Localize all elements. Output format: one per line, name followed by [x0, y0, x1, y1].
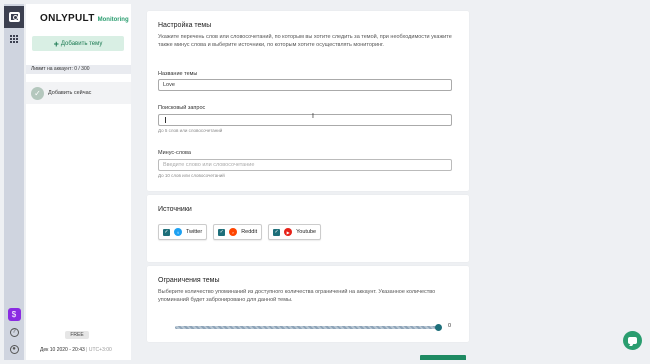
- upgrade-icon[interactable]: $: [4, 307, 24, 321]
- help-icon[interactable]: ?: [4, 326, 24, 338]
- add-topic-button[interactable]: + Добавить тему: [32, 36, 124, 51]
- mentions-slider[interactable]: [175, 324, 442, 331]
- add-now-item[interactable]: ✓ Добавить сейчас: [26, 82, 131, 104]
- search-query-input[interactable]: [158, 114, 452, 126]
- checkbox-checked-icon[interactable]: ✓: [273, 228, 281, 236]
- topic-name-input[interactable]: Love: [158, 79, 452, 91]
- datetime-text: Дек 10 2020 - 20:43: [40, 347, 85, 353]
- topic-name-label: Название темы: [158, 71, 198, 77]
- topic-limits-description: Выберите количество упоминаний из доступ…: [158, 289, 436, 303]
- source-twitter[interactable]: ✓ t Twitter: [158, 224, 208, 240]
- text-caret: [165, 117, 166, 123]
- checkbox-checked-icon[interactable]: ✓: [218, 228, 226, 236]
- icon-rail: $ ? ●: [4, 4, 24, 360]
- plus-icon: +: [53, 38, 59, 49]
- brand-name: ONLYPULT: [40, 13, 95, 24]
- slider-value: 0: [448, 323, 452, 329]
- source-youtube[interactable]: ✓ ▶ Youtube: [268, 224, 322, 240]
- checkbox-checked-icon[interactable]: ✓: [163, 228, 170, 236]
- account-limit: Лимит на аккаунт: 0 / 300: [26, 65, 131, 74]
- mouse-cursor-icon: I: [312, 113, 314, 120]
- source-label: Twitter: [186, 229, 203, 235]
- current-datetime: Дек 10 2020 - 20:43 | UTC+3:00: [40, 347, 112, 353]
- add-now-label: Добавить сейчас: [48, 90, 92, 96]
- source-reddit[interactable]: ✓ r Reddit: [213, 224, 263, 240]
- topic-limits-card: Ограничения темы Выберите количество упо…: [147, 266, 469, 342]
- source-label: Youtube: [296, 229, 317, 235]
- plan-badge: FREE: [65, 331, 89, 339]
- minus-words-hint: До 10 слов или словосочетаний: [158, 173, 225, 178]
- account-icon[interactable]: ●: [4, 343, 24, 355]
- timezone-text: UTC+3:00: [88, 347, 112, 353]
- sources-title: Источники: [158, 206, 192, 213]
- youtube-icon: ▶: [284, 228, 293, 236]
- save-button[interactable]: [420, 355, 466, 360]
- source-label: Reddit: [241, 229, 258, 235]
- slider-handle[interactable]: [435, 324, 442, 331]
- reddit-icon: r: [229, 228, 238, 236]
- topics-panel: ONLYPULT Monitoring + Добавить тему Лими…: [26, 4, 131, 360]
- minus-words-input[interactable]: Введите слово или словосочетание: [158, 159, 452, 171]
- topic-settings-card: Настройка темы Укажите перечень слов или…: [147, 11, 469, 191]
- chat-bubble-icon: [628, 337, 637, 344]
- sources-card: Источники ✓ t Twitter ✓ r Reddit ✓ ▶ You…: [147, 195, 469, 262]
- topic-limits-title: Ограничения темы: [158, 277, 220, 284]
- add-topic-label: Добавить тему: [60, 40, 103, 47]
- main-content: Настройка темы Укажите перечень слов или…: [131, 4, 646, 360]
- twitter-icon: t: [174, 228, 182, 236]
- sources-list: ✓ t Twitter ✓ r Reddit ✓ ▶ Youtube: [158, 224, 322, 240]
- search-query-hint: До 5 слов или словосочетаний: [158, 128, 223, 133]
- topic-settings-description: Укажите перечень слов или словосочетаний…: [158, 34, 452, 48]
- app-logo-icon[interactable]: [4, 6, 24, 28]
- apps-grid-icon[interactable]: [4, 33, 24, 45]
- chat-support-button[interactable]: [623, 331, 642, 350]
- brand-logo: ONLYPULT Monitoring: [40, 13, 129, 24]
- search-query-label: Поисковый запрос: [158, 105, 206, 111]
- brand-product: Monitoring: [97, 17, 129, 23]
- check-icon: ✓: [31, 86, 44, 100]
- minus-words-label: Минус-слова: [158, 150, 191, 156]
- topic-settings-title: Настройка темы: [158, 22, 212, 29]
